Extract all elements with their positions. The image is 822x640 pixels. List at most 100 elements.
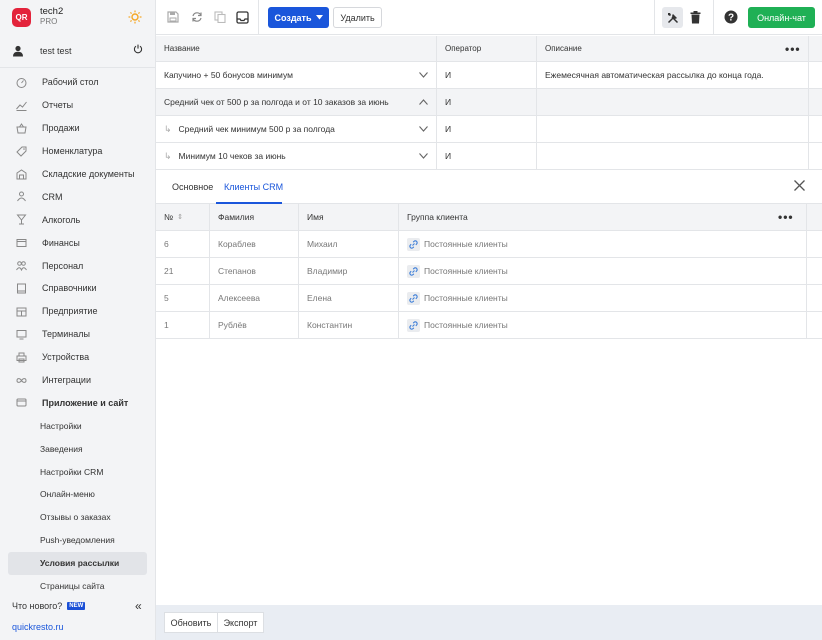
link-icon[interactable] — [407, 237, 420, 251]
nav-label: CRM — [42, 191, 63, 202]
nav-label: Устройства — [42, 352, 90, 363]
delete-button[interactable]: Удалить — [333, 7, 382, 28]
theme-toggle-sun-icon[interactable] — [128, 10, 142, 26]
close-icon[interactable] — [794, 178, 805, 194]
svg-text:?: ? — [728, 13, 734, 24]
save-icon[interactable] — [166, 10, 180, 24]
nav-item-terminals[interactable]: Терминалы — [0, 323, 156, 346]
subnav-item-site-pages[interactable]: Страницы сайта — [0, 575, 156, 598]
chevron-down-icon[interactable] — [419, 124, 428, 134]
nav-item-staff[interactable]: Персонал — [0, 254, 156, 277]
condition-operator: И — [437, 62, 537, 88]
chevron-up-icon[interactable] — [419, 97, 428, 107]
online-chat-button[interactable]: Онлайн-чат — [748, 7, 815, 28]
table-row[interactable]: ↳ Минимум 10 чеков за июнь И — [156, 143, 822, 170]
table-row[interactable]: 21 Степанов Владимир Постоянные клиенты — [156, 258, 822, 285]
user-row[interactable]: test test — [12, 44, 144, 57]
create-button[interactable]: Создать — [268, 7, 329, 28]
user-name: test test — [40, 46, 72, 56]
table-row[interactable]: 5 Алексеева Елена Постоянные клиенты — [156, 285, 822, 312]
nav-item-finance[interactable]: Финансы — [0, 231, 156, 254]
brand[interactable]: QR tech2 PRO — [12, 7, 63, 27]
site-link[interactable]: quickresto.ru — [12, 622, 64, 632]
column-header-name[interactable]: Название — [156, 36, 437, 61]
refresh-button[interactable]: Обновить — [164, 612, 218, 633]
subnav-item-crm-settings[interactable]: Настройки CRM — [0, 460, 156, 483]
inbox-icon[interactable] — [235, 10, 249, 24]
nav-item-sales[interactable]: Продажи — [0, 117, 156, 140]
nav-label: Предприятие — [42, 306, 98, 317]
nav-item-crm[interactable]: CRM — [0, 185, 156, 208]
subnav-item-push[interactable]: Push-уведомления — [0, 529, 156, 552]
tab-crm-clients[interactable]: Клиенты CRM — [224, 182, 283, 192]
detail-tabs: Основное Клиенты CRM — [156, 171, 822, 204]
condition-description — [537, 116, 809, 142]
nav-item-references[interactable]: Справочники — [0, 277, 156, 300]
export-button[interactable]: Экспорт — [217, 612, 264, 633]
table-row[interactable]: Средний чек от 500 р за полгода и от 10 … — [156, 89, 822, 116]
staff-icon — [16, 260, 27, 272]
nav-label: Персонал — [42, 260, 84, 271]
table-row[interactable]: 6 Кораблев Михаил Постоянные клиенты — [156, 231, 822, 258]
condition-name: Средний чек минимум 500 р за полгода — [178, 124, 335, 134]
create-label: Создать — [274, 12, 312, 23]
condition-description: Ежемесячная автоматическая рассылка до к… — [537, 62, 809, 88]
client-first-name: Владимир — [299, 258, 399, 284]
nav-label: Интеграции — [42, 375, 91, 386]
client-first-name: Михаил — [299, 231, 399, 257]
nav-item-warehouse[interactable]: Складские документы — [0, 163, 156, 186]
chevron-down-icon[interactable] — [419, 151, 428, 161]
column-header-first-name[interactable]: Имя — [299, 204, 399, 230]
infinity-icon — [16, 375, 27, 386]
sort-icon[interactable]: ⇕ — [177, 213, 183, 221]
tools-button[interactable] — [662, 7, 683, 28]
brand-plan: PRO — [40, 17, 58, 26]
link-icon[interactable] — [407, 291, 420, 305]
condition-operator: И — [437, 143, 537, 169]
logout-power-icon[interactable] — [133, 44, 143, 57]
clients-header: № ⇕ Фамилия Имя Группа клиента ••• — [156, 204, 822, 231]
client-group: Постоянные клиенты — [424, 239, 508, 249]
toolbar-divider — [258, 0, 259, 35]
table-row[interactable]: 1 Рублёв Константин Постоянные клиенты — [156, 312, 822, 339]
nav-item-reports[interactable]: Отчеты — [0, 94, 156, 117]
nav-item-nomenclature[interactable]: Номенклатура — [0, 140, 156, 163]
nav-item-app-and-site[interactable]: Приложение и сайт — [0, 391, 156, 414]
nav-item-enterprise[interactable]: Предприятие — [0, 300, 156, 323]
toolbar: Создать Удалить ? Онлайн-чат — [156, 0, 822, 35]
client-number: 21 — [156, 258, 210, 284]
refresh-icon[interactable] — [190, 10, 204, 24]
column-header-group[interactable]: Группа клиента ••• — [399, 204, 807, 230]
column-header-number[interactable]: № ⇕ — [156, 204, 210, 230]
more-options-icon[interactable]: ••• — [778, 211, 794, 223]
nav-item-dashboard[interactable]: Рабочий стол — [0, 71, 156, 94]
quickresto-logo: QR — [12, 7, 31, 27]
whats-new-link[interactable]: Что нового? NEW — [12, 601, 86, 611]
trash-icon[interactable] — [688, 10, 702, 24]
nav-item-devices[interactable]: Устройства — [0, 346, 156, 369]
subnav-item-order-reviews[interactable]: Отзывы о заказах — [0, 506, 156, 529]
tab-general[interactable]: Основное — [172, 182, 213, 192]
condition-name: Средний чек от 500 р за полгода и от 10 … — [164, 97, 389, 107]
table-row[interactable]: Капучино + 50 бонусов минимум И Ежемесяч… — [156, 62, 822, 89]
copy-icon[interactable] — [213, 10, 227, 24]
nav-item-integrations[interactable]: Интеграции — [0, 369, 156, 392]
column-header-description[interactable]: Описание ••• — [537, 36, 809, 61]
conditions-header: Название Оператор Описание ••• — [156, 36, 822, 62]
subnav-item-venues[interactable]: Заведения — [0, 437, 156, 460]
column-header-surname[interactable]: Фамилия — [210, 204, 299, 230]
link-icon[interactable] — [407, 318, 420, 332]
table-row[interactable]: ↳ Средний чек минимум 500 р за полгода И — [156, 116, 822, 143]
help-icon[interactable]: ? — [724, 10, 738, 24]
chevron-down-icon[interactable] — [419, 70, 428, 80]
subnav-item-online-menu[interactable]: Онлайн-меню — [0, 483, 156, 506]
more-options-icon[interactable]: ••• — [785, 43, 801, 55]
sidebar-divider — [0, 67, 156, 68]
column-header-operator[interactable]: Оператор — [437, 36, 537, 61]
nav-item-alcohol[interactable]: Алкоголь — [0, 208, 156, 231]
enterprise-icon — [16, 306, 27, 317]
link-icon[interactable] — [407, 264, 420, 278]
subnav-item-settings[interactable]: Настройки — [0, 414, 156, 437]
collapse-sidebar-icon[interactable]: « — [135, 599, 142, 613]
subnav-item-mailing-conditions[interactable]: Условия рассылки — [8, 551, 147, 575]
